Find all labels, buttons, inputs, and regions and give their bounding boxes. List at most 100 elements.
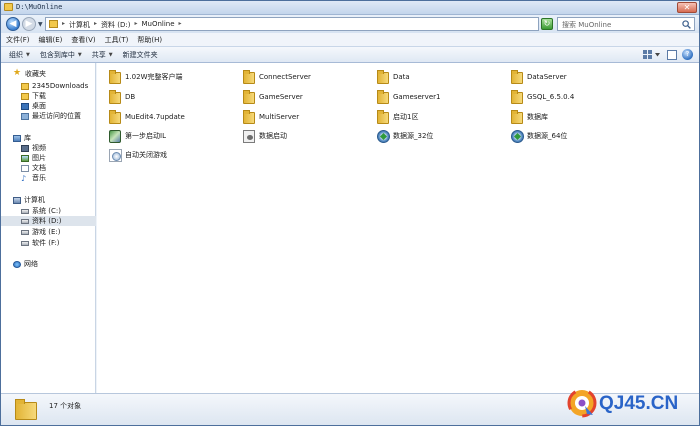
forward-button[interactable]: ▶ [22,17,36,31]
nav-libraries[interactable]: 库 [1,133,96,143]
window-title: D:\MuOnline [16,3,63,11]
file-item[interactable]: ConnectServer [243,69,311,85]
address-field[interactable]: ▸ 计算机 ▸ 资料 (D:) ▸ MuOnline ▸ ▼ [45,17,581,31]
chevron-right-icon[interactable]: ▸ [62,20,65,30]
file-item[interactable]: 数据启动 [243,128,287,144]
file-item[interactable]: 数据源_64位 [511,128,567,144]
share-label: 共享 [91,50,106,59]
folder-icon [49,20,58,28]
file-item[interactable]: 1.02W完整客户端 [109,69,183,85]
file-name: MultiServer [259,113,300,121]
new-folder-button[interactable]: 新建文件夹 [123,50,158,60]
nav-computer[interactable]: 计算机 [1,195,96,205]
drive-icon [21,208,29,214]
nav-label: 资料 (D:) [32,217,62,225]
nav-item-recent-places[interactable]: 最近访问的位置 [1,111,96,121]
file-name: 1.02W完整客户端 [125,73,183,81]
share-button[interactable]: 共享 ▼ [92,50,113,60]
nav-item-music[interactable]: ♪ 音乐 [1,173,96,183]
file-item[interactable]: GameServer [243,89,303,105]
network-icon [13,260,21,268]
file-item[interactable]: DB [109,89,135,105]
back-button[interactable]: ◀ [6,17,20,31]
nav-item-downloads[interactable]: 下载 [1,91,96,101]
menu-view[interactable]: 查看(V) [71,35,95,45]
odbc-icon [377,129,390,143]
watermark-text: QJ45.CN [599,393,679,414]
file-item[interactable]: 数据源_32位 [377,128,433,144]
nav-item-pictures[interactable]: 图片 [1,153,96,163]
breadcrumb-item[interactable]: 计算机 [69,20,90,30]
file-name: GameServer [259,93,303,101]
file-item[interactable]: 自动关闭游戏 [109,147,167,163]
close-button[interactable]: ✕ [677,2,697,13]
chevron-right-icon[interactable]: ▸ [179,20,182,30]
menu-help[interactable]: 帮助(H) [137,35,162,45]
batch-file-icon [243,129,255,143]
search-input[interactable]: 搜索 MuOnline [557,17,695,31]
nav-label: 最近访问的位置 [32,112,81,120]
file-item[interactable]: MuEdit4.7update [109,109,185,125]
folder-icon [21,92,29,100]
nav-item-drive-e[interactable]: 游戏 (E:) [1,227,96,237]
nav-item-videos[interactable]: 视频 [1,143,96,153]
file-item[interactable]: Gameserver1 [377,89,440,105]
nav-label: 桌面 [32,102,46,110]
file-item[interactable]: Data [377,69,410,85]
folder-icon [15,398,37,420]
file-item[interactable]: 第一步启动IL [109,128,166,144]
file-name: 第一步启动IL [125,132,166,140]
menu-file[interactable]: 文件(F) [6,35,30,45]
nav-network[interactable]: 网络 [1,259,96,269]
command-bar: 组织 ▼ 包含到库中 ▼ 共享 ▼ 新建文件夹 ? [1,46,699,63]
library-icon [13,134,21,142]
recent-pages-dropdown[interactable]: ▼ [38,21,43,28]
nav-item-drive-c[interactable]: 系统 (C:) [1,206,96,216]
chevron-right-icon[interactable]: ▸ [94,20,97,30]
preview-pane-button[interactable] [667,50,677,60]
folder-icon [21,82,29,90]
chevron-down-icon: ▼ [77,51,82,58]
nav-favorites[interactable]: ★ 收藏夹 [1,67,96,79]
chevron-down-icon: ▼ [108,51,113,58]
star-icon: ★ [13,67,22,78]
nav-item-documents[interactable]: 文档 [1,163,96,173]
file-item[interactable]: GSQL_6.5.0.4 [511,89,574,105]
breadcrumb-item[interactable]: MuOnline [141,20,174,30]
nav-label: 游戏 (E:) [32,228,61,236]
file-name: Data [393,73,410,81]
chevron-down-icon: ▼ [26,51,30,58]
file-item[interactable]: DataServer [511,69,567,85]
search-icon[interactable] [682,20,691,29]
file-item[interactable]: 数据库 [511,109,548,125]
nav-label: 下载 [32,92,46,100]
file-item[interactable]: 启动1区 [377,109,418,125]
nav-item-drive-f[interactable]: 软件 (F:) [1,238,96,248]
menu-tools[interactable]: 工具(T) [105,35,129,45]
nav-item-desktop[interactable]: 桌面 [1,101,96,111]
nav-label: 计算机 [24,196,45,204]
chevron-right-icon[interactable]: ▸ [134,20,137,30]
desktop-icon [21,102,29,110]
drive-icon [21,240,29,246]
file-name: Gameserver1 [393,93,441,101]
breadcrumb-item[interactable]: 资料 (D:) [101,20,130,30]
folder-icon [4,3,13,11]
refresh-button[interactable]: ↻ [541,18,553,30]
nav-label: 软件 (F:) [32,239,60,247]
nav-label: 库 [24,134,31,142]
menu-edit[interactable]: 编辑(E) [39,35,63,45]
nav-item-2345downloads[interactable]: 2345Downloads [1,81,96,91]
organize-button[interactable]: 组织 ▼ [9,50,30,60]
nav-label: 收藏夹 [25,70,46,78]
nav-label: 音乐 [32,174,46,182]
view-options-icon[interactable] [643,50,661,60]
file-name: 启动1区 [393,113,419,121]
nav-label: 图片 [32,154,46,162]
folder-icon [377,110,389,124]
nav-item-drive-d[interactable]: 资料 (D:) [1,216,96,226]
file-item[interactable]: MultiServer [243,109,299,125]
help-button[interactable]: ? [682,49,693,60]
file-name: 数据源_32位 [393,132,434,140]
include-in-library-button[interactable]: 包含到库中 ▼ [40,50,82,60]
